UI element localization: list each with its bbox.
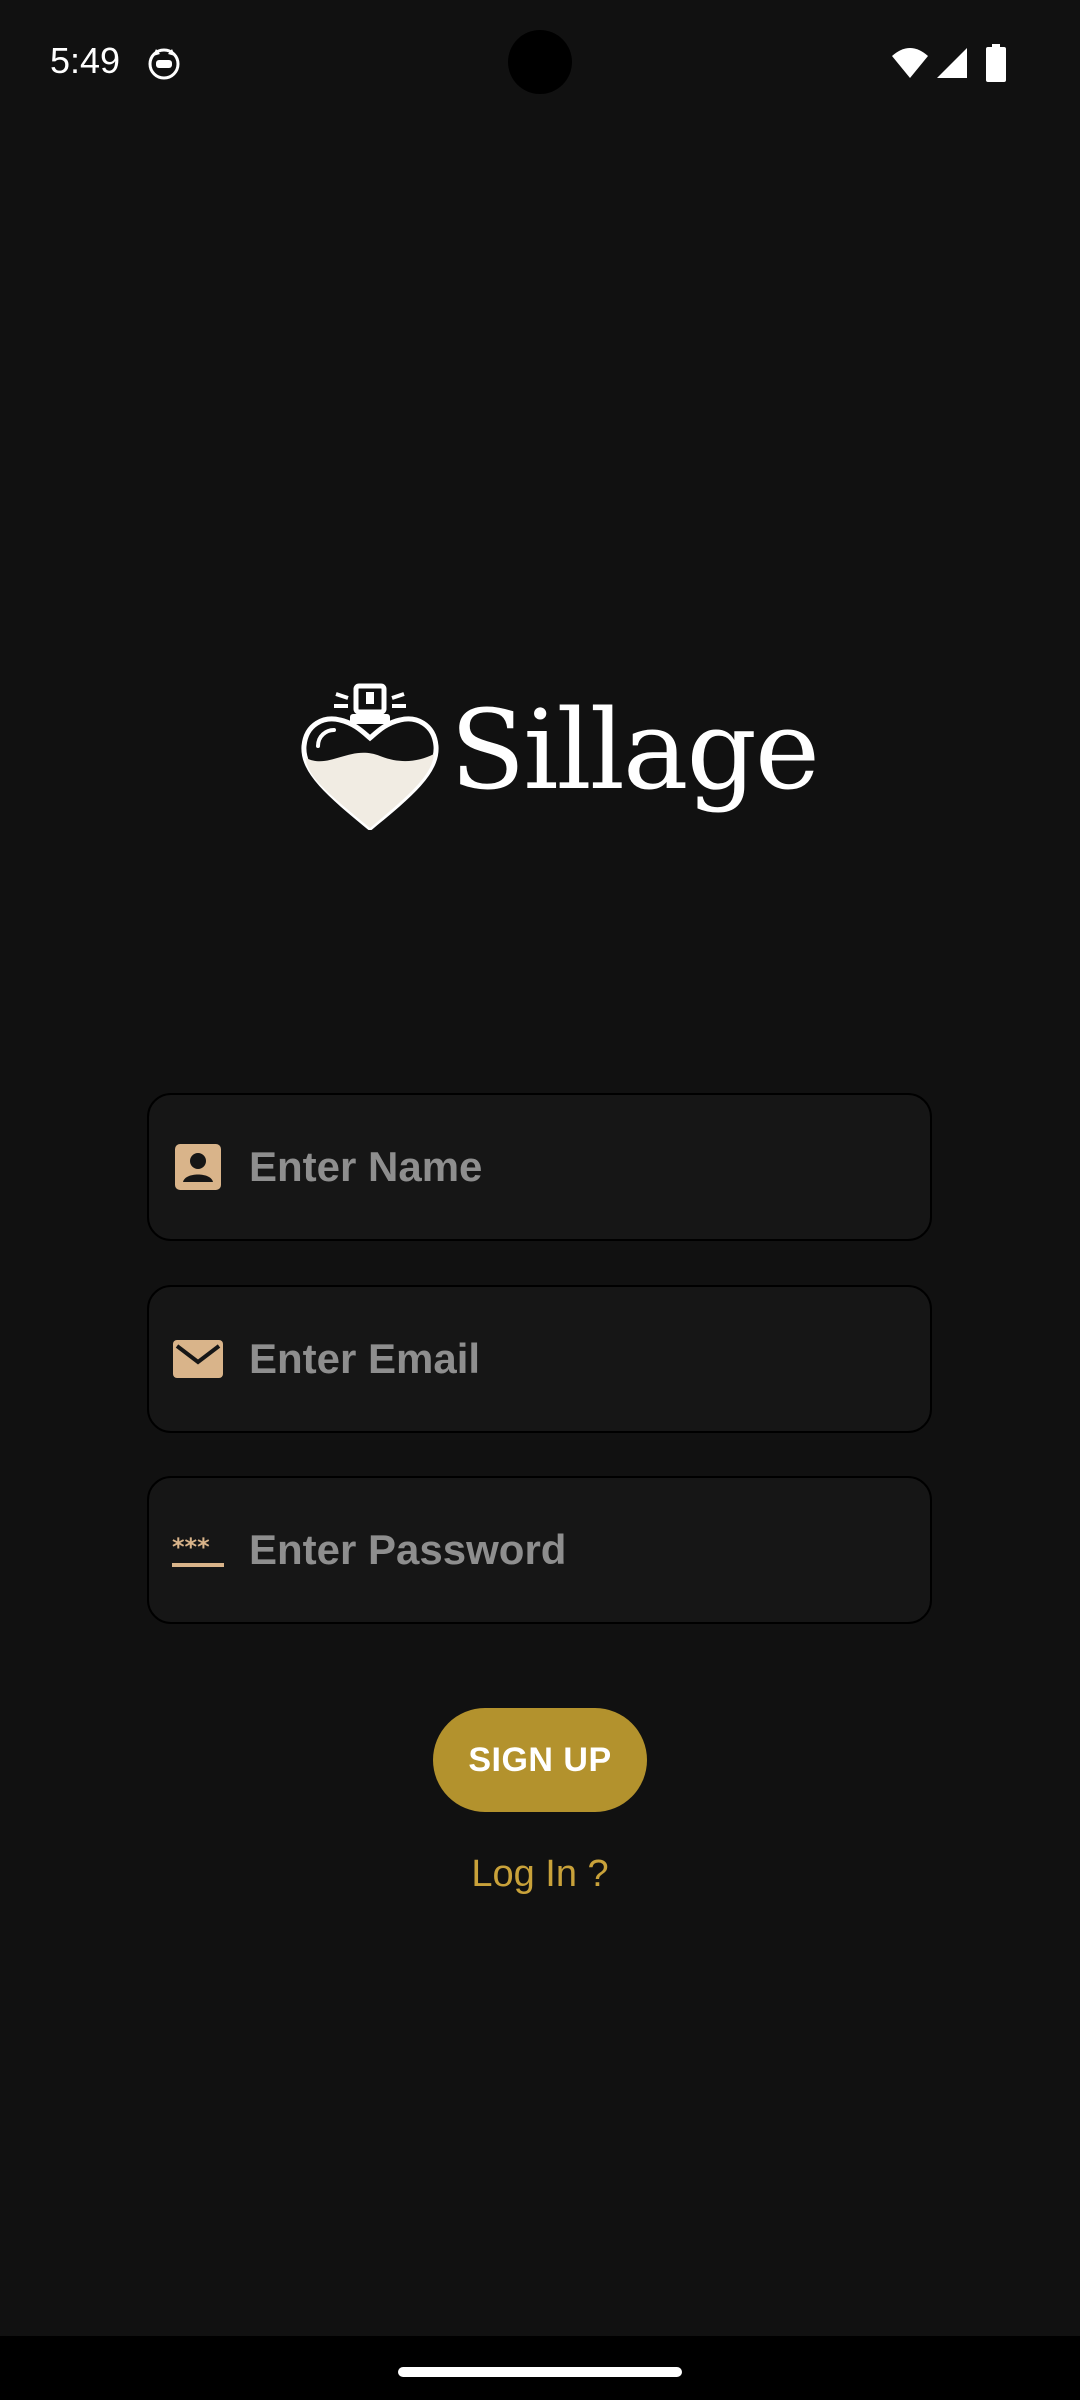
password-input[interactable]: [249, 1478, 909, 1622]
home-gesture-handle[interactable]: [398, 2367, 682, 2377]
battery-icon: [986, 44, 1006, 82]
name-input[interactable]: [249, 1095, 909, 1239]
status-bar: 5:49: [0, 0, 1080, 130]
mail-icon: [173, 1340, 223, 1378]
cat-face-icon: [148, 48, 180, 80]
sign-up-button[interactable]: SIGN UP: [433, 1708, 647, 1812]
status-time: 5:49: [50, 40, 121, 81]
email-field[interactable]: [147, 1285, 932, 1433]
cell-signal-icon: [937, 48, 967, 78]
wifi-icon: [892, 48, 928, 78]
log-in-link[interactable]: Log In ?: [0, 1853, 1080, 1896]
email-input[interactable]: [249, 1287, 909, 1431]
name-field[interactable]: [147, 1093, 932, 1241]
heart-perfume-bottle-icon: [301, 683, 439, 830]
password-field[interactable]: ***: [147, 1476, 932, 1624]
app-name: Sillage: [450, 686, 820, 814]
svg-text:***: ***: [172, 1533, 210, 1561]
camera-cutout: [508, 30, 572, 94]
app-logo: Sillage: [290, 670, 820, 840]
contact-card-icon: [175, 1144, 221, 1190]
password-dots-icon: ***: [172, 1533, 224, 1567]
